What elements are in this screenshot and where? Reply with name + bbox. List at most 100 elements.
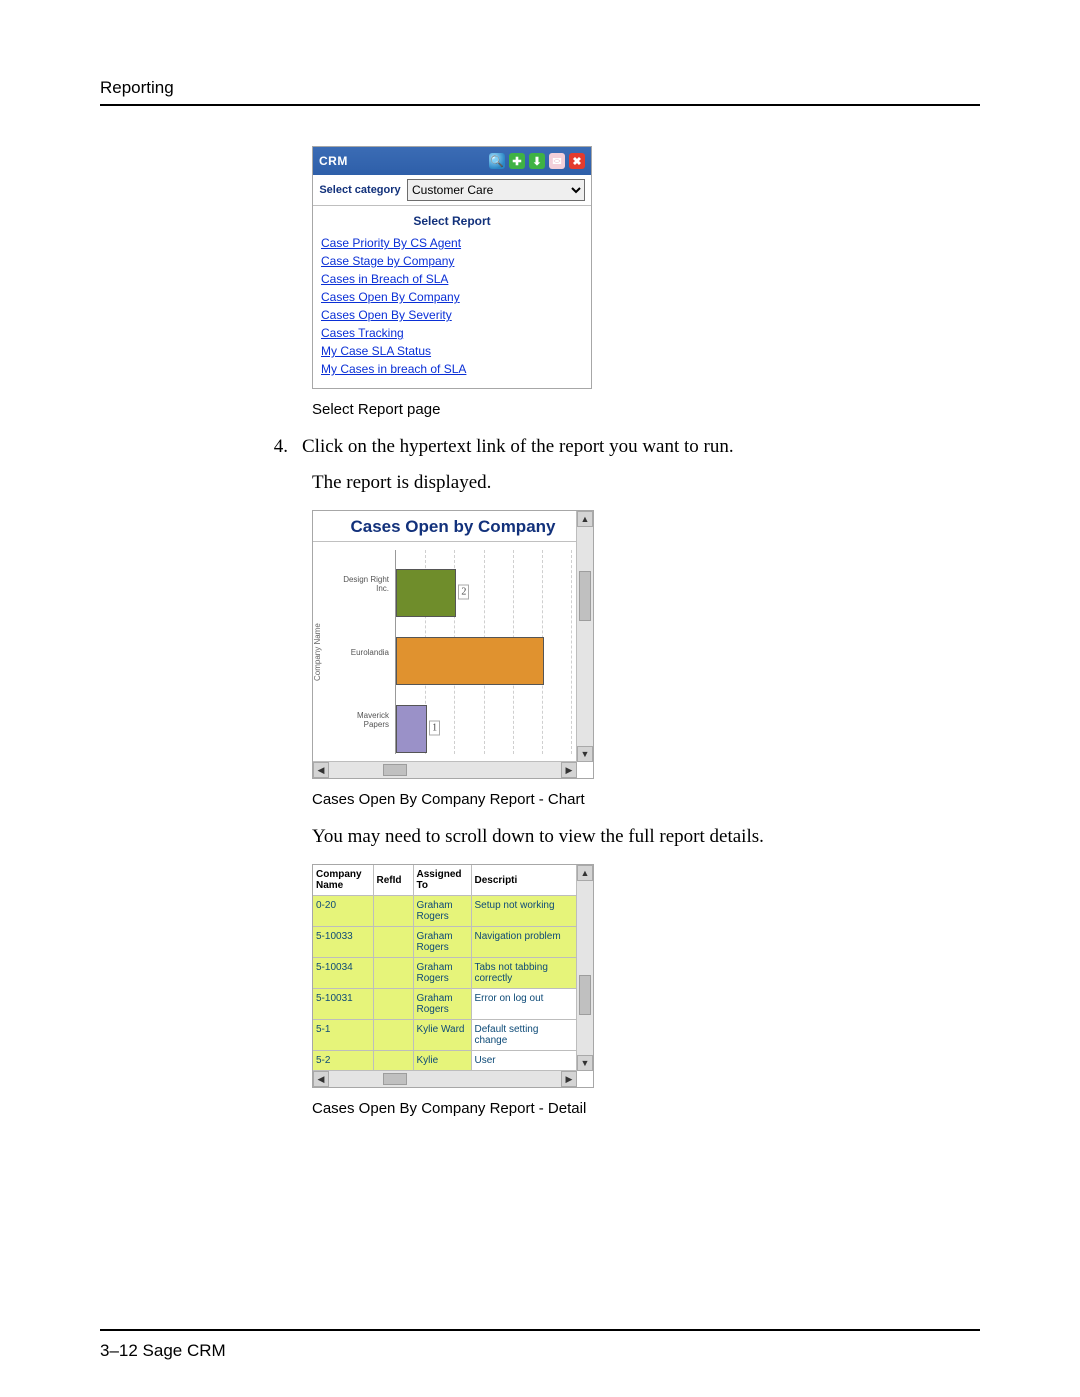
chart-body: Company Name Design Right Inc. Eurolandi… bbox=[313, 542, 593, 762]
chart-bar bbox=[396, 705, 427, 753]
report-link[interactable]: Case Stage by Company bbox=[321, 252, 583, 270]
table-header-row: Company Name RefId Assigned To Descripti bbox=[313, 865, 577, 896]
step-number: 4. bbox=[260, 436, 288, 458]
scroll-left-button[interactable]: ◀ bbox=[313, 762, 329, 778]
report-link[interactable]: Case Priority By CS Agent bbox=[321, 234, 583, 252]
vertical-scrollbar[interactable]: ▲ ▼ bbox=[576, 865, 593, 1071]
table-cell bbox=[373, 927, 413, 958]
bar-value-label: 1 bbox=[429, 721, 440, 736]
table-cell: Graham Rogers bbox=[413, 927, 471, 958]
table-row: 5-10031 Graham RogersError on log out bbox=[313, 989, 577, 1020]
scroll-right-button[interactable]: ▶ bbox=[561, 762, 577, 778]
bar-value-label: 2 bbox=[458, 585, 469, 600]
column-header: RefId bbox=[373, 865, 413, 896]
page-footer: 3–12 Sage CRM bbox=[100, 1341, 226, 1361]
footer-rule bbox=[100, 1329, 980, 1331]
category-labels: Design Right Inc. Eurolandia Maverick Pa… bbox=[327, 542, 395, 762]
column-header: Descripti bbox=[471, 865, 577, 896]
category-label: Maverick Papers bbox=[331, 692, 391, 748]
table-cell: 5-1 bbox=[313, 1020, 373, 1051]
table-cell: Graham Rogers bbox=[413, 989, 471, 1020]
figure-caption: Select Report page bbox=[312, 401, 920, 418]
table-cell: 0-20 bbox=[313, 896, 373, 927]
table-row: 5-10033 Graham RogersNavigation problem bbox=[313, 927, 577, 958]
table-cell: Default setting change bbox=[471, 1020, 577, 1051]
table-cell: Tabs not tabbing correctly bbox=[471, 958, 577, 989]
report-link[interactable]: My Case SLA Status bbox=[321, 342, 583, 360]
table-cell: Graham Rogers bbox=[413, 896, 471, 927]
detail-screenshot: Company Name RefId Assigned To Descripti… bbox=[312, 864, 594, 1088]
instruction-step: 4. Click on the hypertext link of the re… bbox=[260, 436, 920, 458]
chart-screenshot: Cases Open by Company Company Name Desig… bbox=[312, 510, 594, 779]
table-cell bbox=[373, 989, 413, 1020]
table-cell: 5-2 bbox=[313, 1051, 373, 1071]
new-icon[interactable]: ✚ bbox=[509, 153, 525, 169]
step-followup: The report is displayed. bbox=[312, 472, 920, 494]
vertical-scrollbar[interactable]: ▲ ▼ bbox=[576, 511, 593, 762]
header-rule bbox=[100, 104, 980, 106]
table-cell: Setup not working bbox=[471, 896, 577, 927]
table-cell: Kylie bbox=[413, 1051, 471, 1071]
chart-bar bbox=[396, 569, 456, 617]
chart-title: Cases Open by Company bbox=[313, 511, 593, 542]
report-link[interactable]: Cases Open By Company bbox=[321, 288, 583, 306]
table-cell: Graham Rogers bbox=[413, 958, 471, 989]
chart-bar bbox=[396, 637, 544, 685]
table-cell: 5-10034 bbox=[313, 958, 373, 989]
table-row: 0-20 Graham RogersSetup not working bbox=[313, 896, 577, 927]
scroll-up-button[interactable]: ▲ bbox=[577, 865, 593, 881]
table-row: 5-1 Kylie WardDefault setting change bbox=[313, 1020, 577, 1051]
column-header: Company Name bbox=[313, 865, 373, 896]
table-row: 5-2 KylieUser bbox=[313, 1051, 577, 1071]
table-cell bbox=[373, 958, 413, 989]
table-cell bbox=[373, 896, 413, 927]
search-icon[interactable]: 🔍 bbox=[489, 153, 505, 169]
step-text: Click on the hypertext link of the repor… bbox=[302, 436, 920, 458]
table-cell: 5-10033 bbox=[313, 927, 373, 958]
horizontal-scrollbar[interactable]: ◀ ▶ bbox=[313, 1070, 577, 1087]
category-label: Design Right Inc. bbox=[331, 556, 391, 612]
figure-caption: Cases Open By Company Report - Detail bbox=[312, 1100, 920, 1117]
crm-brand: CRM bbox=[319, 154, 348, 168]
crm-titlebar: CRM 🔍 ✚ ⬇ ✉ ✖ bbox=[313, 147, 591, 175]
scroll-thumb[interactable] bbox=[579, 975, 591, 1015]
scroll-thumb[interactable] bbox=[579, 571, 591, 621]
table-cell bbox=[373, 1020, 413, 1051]
y-axis-label: Company Name bbox=[313, 542, 327, 762]
download-icon[interactable]: ⬇ bbox=[529, 153, 545, 169]
gridline bbox=[571, 550, 572, 754]
report-link-list: Case Priority By CS Agent Case Stage by … bbox=[313, 234, 591, 388]
report-link[interactable]: Cases in Breach of SLA bbox=[321, 270, 583, 288]
detail-table: Company Name RefId Assigned To Descripti… bbox=[313, 865, 577, 1071]
table-cell: Navigation problem bbox=[471, 927, 577, 958]
report-link[interactable]: My Cases in breach of SLA bbox=[321, 360, 583, 378]
report-link[interactable]: Cases Tracking bbox=[321, 324, 583, 342]
scroll-right-button[interactable]: ▶ bbox=[561, 1071, 577, 1087]
figure-caption: Cases Open By Company Report - Chart bbox=[312, 791, 920, 808]
table-cell: Error on log out bbox=[471, 989, 577, 1020]
mail-icon[interactable]: ✉ bbox=[549, 153, 565, 169]
crm-select-row: Select category Customer Care bbox=[313, 175, 591, 206]
scroll-up-button[interactable]: ▲ bbox=[577, 511, 593, 527]
page-header: Reporting bbox=[100, 78, 980, 98]
scroll-thumb[interactable] bbox=[383, 1073, 407, 1085]
table-cell: User bbox=[471, 1051, 577, 1071]
crm-screenshot: CRM 🔍 ✚ ⬇ ✉ ✖ Select category Customer C… bbox=[312, 146, 592, 389]
category-select[interactable]: Customer Care bbox=[407, 179, 585, 201]
table-cell: 5-10031 bbox=[313, 989, 373, 1020]
table-cell: Kylie Ward bbox=[413, 1020, 471, 1051]
close-icon[interactable]: ✖ bbox=[569, 153, 585, 169]
scroll-left-button[interactable]: ◀ bbox=[313, 1071, 329, 1087]
select-category-label: Select category bbox=[313, 178, 407, 202]
horizontal-scrollbar[interactable]: ◀ ▶ bbox=[313, 761, 577, 778]
scroll-note: You may need to scroll down to view the … bbox=[312, 826, 920, 848]
column-header: Assigned To bbox=[413, 865, 471, 896]
scroll-thumb[interactable] bbox=[383, 764, 407, 776]
table-cell bbox=[373, 1051, 413, 1071]
category-label: Eurolandia bbox=[331, 624, 391, 680]
scroll-down-button[interactable]: ▼ bbox=[577, 746, 593, 762]
scroll-down-button[interactable]: ▼ bbox=[577, 1055, 593, 1071]
plot-area: 21 bbox=[395, 550, 571, 754]
report-link[interactable]: Cases Open By Severity bbox=[321, 306, 583, 324]
crm-toolbar: 🔍 ✚ ⬇ ✉ ✖ bbox=[489, 153, 585, 169]
